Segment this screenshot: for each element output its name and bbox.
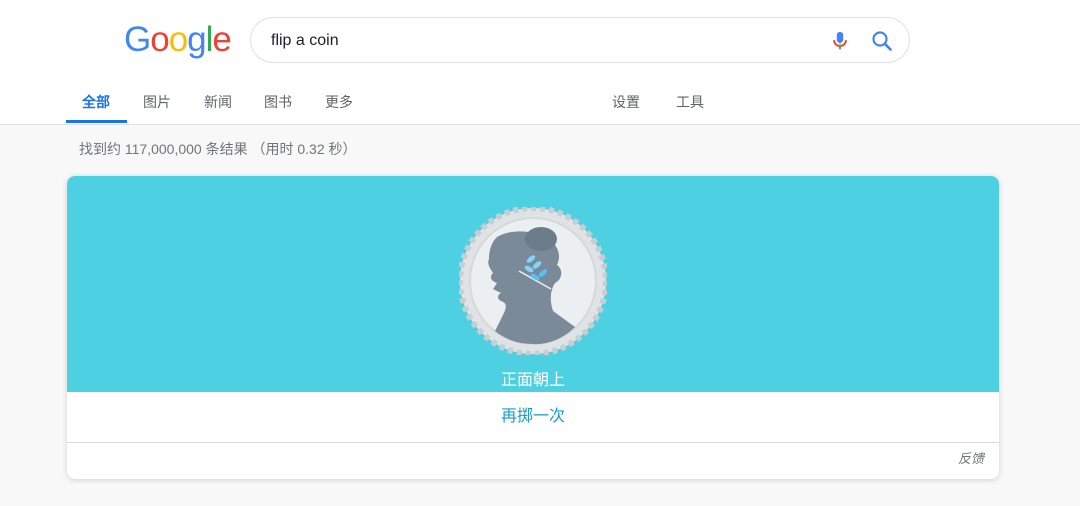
search-box[interactable] — [250, 17, 910, 63]
logo-letter: o — [168, 20, 188, 59]
search-tabs: 全部 图片 新闻 图书 更多 设置 工具 — [0, 82, 1080, 124]
active-tab-indicator — [66, 120, 127, 123]
logo-letter: e — [212, 20, 231, 59]
coin-result-label: 正面朝上 — [500, 372, 565, 389]
google-logo[interactable]: Google — [124, 20, 232, 60]
tab-images[interactable]: 图片 — [143, 92, 171, 112]
tab-settings[interactable]: 设置 — [612, 92, 640, 112]
search-input[interactable] — [271, 30, 791, 52]
coin-panel[interactable]: 正面朝上 — [67, 176, 999, 392]
result-stats: 找到约 117,000,000 条结果 （用时 0.32 秒） — [79, 141, 357, 157]
tab-more[interactable]: 更多 — [325, 92, 353, 112]
coin-heads-icon[interactable] — [459, 207, 607, 355]
header: Google 全部 图片 新闻 图书 更多 设置 工具 — [0, 0, 1080, 125]
tab-all[interactable]: 全部 — [82, 92, 110, 112]
microphone-icon[interactable] — [829, 29, 851, 53]
logo-letter: G — [124, 20, 151, 59]
coin-flip-card: 正面朝上 再掷一次 反馈 — [67, 176, 999, 479]
search-icon[interactable] — [870, 29, 894, 53]
tab-news[interactable]: 新闻 — [204, 92, 232, 112]
feedback-link[interactable]: 反馈 — [958, 448, 984, 467]
flip-again-button[interactable]: 再掷一次 — [67, 392, 999, 443]
logo-letter: o — [150, 20, 169, 59]
tab-books[interactable]: 图书 — [264, 92, 292, 112]
tab-tools[interactable]: 工具 — [676, 92, 704, 112]
logo-letter: g — [187, 20, 206, 59]
